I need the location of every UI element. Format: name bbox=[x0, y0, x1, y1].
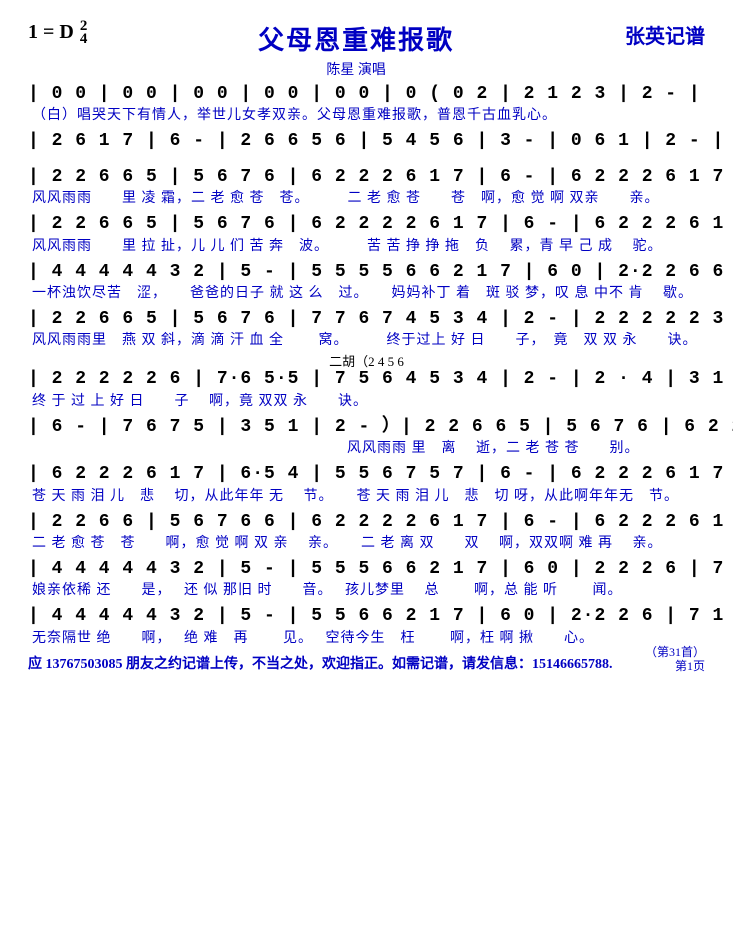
notation-line: | 2 2 2 2 2 6 | 7·6 5·5 | 7 5 6 4 5 3 4 … bbox=[28, 368, 705, 391]
music-row: | 2 2 6 6 5 | 5 6 7 6 | 7 7 6 7 4 5 3 4 … bbox=[28, 308, 705, 349]
notation-line: | 6 2 2 2 6 1 7 | 6·5 4 | 5 5 6 7 5 7 | … bbox=[28, 463, 705, 486]
notation-line: | 4 4 4 4 4 3 2 | 5 - | 5 5 6 6 2 1 7 | … bbox=[28, 605, 705, 628]
header: 1 = D 2 4 父母恩重难报歌 陈星 演唱 张英记谱 bbox=[28, 20, 705, 79]
lyrics-line: 风风雨雨 里 拉 扯，儿 儿 们 苦 奔 波。 苦 苦 挣 挣 拖 负 累，青 … bbox=[28, 235, 705, 255]
notation-line: | 4 4 4 4 4 3 2 | 5 - | 5 5 5 5 6 6 2 1 … bbox=[28, 261, 705, 284]
footer: 应 13767503085 朋友之约记谱上传，不当之处，欢迎指正。如需记谱，请发… bbox=[28, 653, 705, 674]
notation-line: | 2 6 1 7 | 6 - | 2 6 6 5 6 | 5 4 5 6 | … bbox=[28, 130, 705, 153]
song-index: （第31首） bbox=[645, 645, 705, 659]
footer-note: 应 13767503085 朋友之约记谱上传，不当之处，欢迎指正。如需记谱，请发… bbox=[28, 653, 705, 673]
lyrics-line: 苍 天 雨 泪 儿 悲 切，从此年年 无 节。 苍 天 雨 泪 儿 悲 切 呀，… bbox=[28, 485, 705, 505]
sheet-music-page: 1 = D 2 4 父母恩重难报歌 陈星 演唱 张英记谱 | 0 0 | 0 0… bbox=[0, 0, 733, 929]
music-row: | 2 2 6 6 5 | 5 6 7 6 | 6 2 2 2 6 1 7 | … bbox=[28, 166, 705, 207]
key-time-signature: 1 = D 2 4 bbox=[28, 20, 87, 46]
notation-line: | 2 2 6 6 | 5 6 7 6 6 | 6 2 2 2 2 6 1 7 … bbox=[28, 511, 705, 534]
page-number: 第1页 bbox=[675, 659, 705, 673]
lyrics-line: （白）唱哭天下有情人，举世儿女孝双亲。父母恩重难报歌，普恩千古血乳心。 bbox=[28, 104, 705, 124]
time-bot: 4 bbox=[80, 33, 88, 46]
music-row: | 4 4 4 4 4 3 2 | 5 - | 5 5 6 6 2 1 7 | … bbox=[28, 605, 705, 646]
lyrics-line: 二 老 愈 苍 苍 啊，愈 觉 啊 双 亲 亲。 二 老 离 双 双 啊，双双啊… bbox=[28, 532, 705, 552]
notation-line: | 2 2 6 6 5 | 5 6 7 6 | 6 2 2 2 6 1 7 | … bbox=[28, 166, 705, 189]
title-block: 父母恩重难报歌 陈星 演唱 bbox=[87, 20, 625, 79]
notation-line: | 6 - | 7 6 7 5 | 3 5 1 | 2 - ）| 2 2 6 6… bbox=[28, 416, 705, 439]
key-text: 1 = D bbox=[28, 21, 74, 44]
notation-line: | 2 2 6 6 5 | 5 6 7 6 | 7 7 6 7 4 5 3 4 … bbox=[28, 308, 705, 331]
music-row: | 0 0 | 0 0 | 0 0 | 0 0 | 0 0 | 0 ( 0 2 … bbox=[28, 83, 705, 124]
lyrics-line: 终 于 过 上 好 日 子 啊，竟 双双 永 诀。 bbox=[28, 390, 705, 410]
music-row: | 2 2 6 6 | 5 6 7 6 6 | 6 2 2 2 2 6 1 7 … bbox=[28, 511, 705, 552]
transcriber: 张英记谱 bbox=[625, 20, 705, 49]
notation-line: | 4 4 4 4 4 3 2 | 5 - | 5 5 5 6 6 2 1 7 … bbox=[28, 558, 705, 581]
song-title: 父母恩重难报歌 bbox=[87, 20, 625, 57]
music-row: | 2 6 1 7 | 6 - | 2 6 6 5 6 | 5 4 5 6 | … bbox=[28, 130, 705, 163]
music-body: | 0 0 | 0 0 | 0 0 | 0 0 | 0 0 | 0 ( 0 2 … bbox=[28, 83, 705, 647]
lyrics-line: 无奈隔世 绝 啊， 绝 难 再 见。 空待今生 枉 啊，枉 啊 揪 心。 bbox=[28, 627, 705, 647]
music-row: | 6 - | 7 6 7 5 | 3 5 1 | 2 - ）| 2 2 6 6… bbox=[28, 416, 705, 457]
notation-line: | 0 0 | 0 0 | 0 0 | 0 0 | 0 0 | 0 ( 0 2 … bbox=[28, 83, 705, 106]
music-row: | 6 2 2 2 6 1 7 | 6·5 4 | 5 5 6 7 5 7 | … bbox=[28, 463, 705, 504]
lyrics-line: 风风雨雨里 燕 双 斜，滴 滴 汗 血 全 窝。 终于过上 好 日 子， 竟 双… bbox=[28, 329, 705, 349]
time-signature: 2 4 bbox=[80, 20, 88, 46]
music-row: | 2 2 6 6 5 | 5 6 7 6 | 6 2 2 2 2 6 1 7 … bbox=[28, 213, 705, 254]
lyrics-line: 风风雨雨 里 离 逝，二 老 苍 苍 别。 bbox=[28, 437, 705, 457]
music-row: | 4 4 4 4 4 3 2 | 5 - | 5 5 5 5 6 6 2 1 … bbox=[28, 261, 705, 302]
music-row: | 4 4 4 4 4 3 2 | 5 - | 5 5 5 6 6 2 1 7 … bbox=[28, 558, 705, 599]
performer: 陈星 演唱 bbox=[87, 59, 625, 79]
lyrics-line: 娘亲依稀 还 是， 还 似 那旧 时 音。 孩儿梦里 总 啊，总 能 听 闻。 bbox=[28, 579, 705, 599]
lyrics-line: 一杯浊饮尽苦 涩， 爸爸的日子 就 这 么 过。 妈妈补丁 着 斑 驳 梦，叹 … bbox=[28, 282, 705, 302]
notation-line: | 2 2 6 6 5 | 5 6 7 6 | 6 2 2 2 2 6 1 7 … bbox=[28, 213, 705, 236]
lyrics-line: 风风雨雨 里 凌 霜，二 老 愈 苍 苍。 二 老 愈 苍 苍 啊，愈 觉 啊 … bbox=[28, 187, 705, 207]
music-row: 二胡（2 4 5 6| 2 2 2 2 2 6 | 7·6 5·5 | 7 5 … bbox=[28, 351, 705, 409]
